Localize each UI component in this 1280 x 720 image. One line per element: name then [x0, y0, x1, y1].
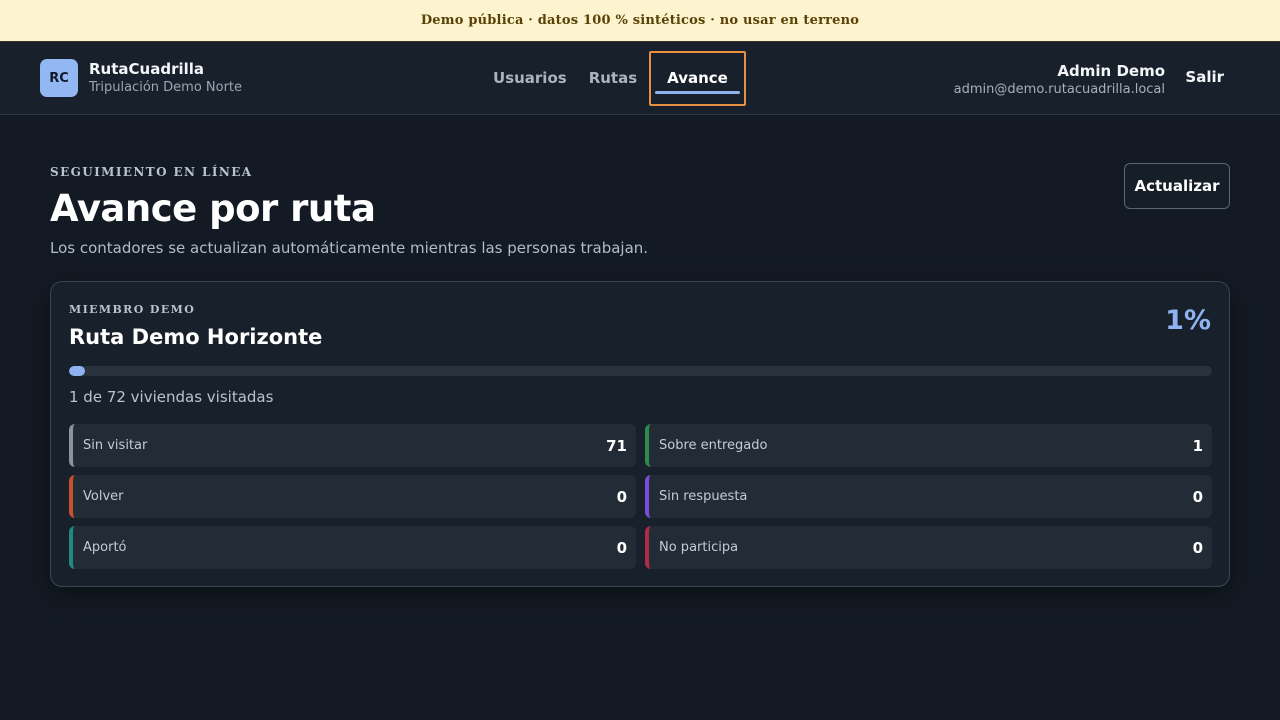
stat-no-participa: No participa 0: [645, 526, 1212, 569]
demo-banner: Demo pública · datos 100 % sintéticos · …: [0, 0, 1280, 42]
brand-text: RutaCuadrilla Tripulación Demo Norte: [89, 60, 242, 97]
stat-sobre-entregado: Sobre entregado 1: [645, 424, 1212, 467]
nav-item-usuarios[interactable]: Usuarios: [482, 51, 578, 106]
stat-value: 0: [1192, 538, 1203, 557]
brand[interactable]: RC RutaCuadrilla Tripulación Demo Norte: [40, 59, 242, 97]
route-progress-card: MIEMBRO DEMO Ruta Demo Horizonte 1% 1 de…: [50, 281, 1230, 587]
demo-banner-text: Demo pública · datos 100 % sintéticos · …: [420, 13, 860, 28]
status-stats-grid: Sin visitar 71 Sobre entregado 1 Volver …: [69, 424, 1212, 569]
stat-value: 71: [606, 436, 627, 455]
stat-label: Sin visitar: [83, 438, 148, 453]
brand-name: RutaCuadrilla: [89, 59, 205, 78]
brand-logo-badge: RC: [40, 59, 78, 97]
logout-button[interactable]: Salir: [1185, 68, 1224, 86]
nav-item-rutas[interactable]: Rutas: [578, 51, 648, 106]
page-title: Avance por ruta: [50, 187, 376, 230]
main-content: SEGUIMIENTO EN LÍNEA Avance por ruta Los…: [0, 115, 1280, 719]
route-progress-bar-fill: [69, 366, 85, 376]
stat-aporto: Aportó 0: [69, 526, 636, 569]
stat-value: 1: [1192, 436, 1203, 455]
nav-item-avance[interactable]: Avance: [649, 51, 746, 106]
stat-sin-respuesta: Sin respuesta 0: [645, 475, 1212, 518]
brand-subtitle: Tripulación Demo Norte: [89, 79, 243, 95]
page-kicker: SEGUIMIENTO EN LÍNEA: [50, 165, 253, 179]
stat-value: 0: [616, 487, 627, 506]
top-navigation-bar: RC RutaCuadrilla Tripulación Demo Norte …: [0, 42, 1280, 115]
stat-value: 0: [1192, 487, 1203, 506]
route-progress-text: 1 de 72 viviendas visitadas: [69, 388, 274, 406]
main-nav: Usuarios Rutas Avance: [482, 51, 746, 106]
user-email: admin@demo.rutacuadrilla.local: [953, 82, 1165, 97]
route-card-title: Ruta Demo Horizonte: [69, 325, 323, 349]
stat-sin-visitar: Sin visitar 71: [69, 424, 636, 467]
user-name: Admin Demo: [1057, 62, 1165, 80]
refresh-button[interactable]: Actualizar: [1124, 163, 1230, 209]
stat-volver: Volver 0: [69, 475, 636, 518]
stat-label: Volver: [83, 489, 124, 504]
stat-value: 0: [616, 538, 627, 557]
user-info: Admin Demo admin@demo.rutacuadrilla.loca…: [954, 62, 1165, 99]
stat-label: Sobre entregado: [659, 438, 768, 453]
stat-label: Aportó: [83, 540, 127, 555]
stat-label: No participa: [659, 540, 739, 555]
route-card-kicker: MIEMBRO DEMO: [69, 303, 196, 316]
stat-label: Sin respuesta: [659, 489, 748, 504]
page-subtitle: Los contadores se actualizan automáticam…: [50, 239, 649, 257]
route-progress-percent: 1%: [1165, 305, 1211, 336]
route-progress-bar: [69, 366, 1212, 376]
